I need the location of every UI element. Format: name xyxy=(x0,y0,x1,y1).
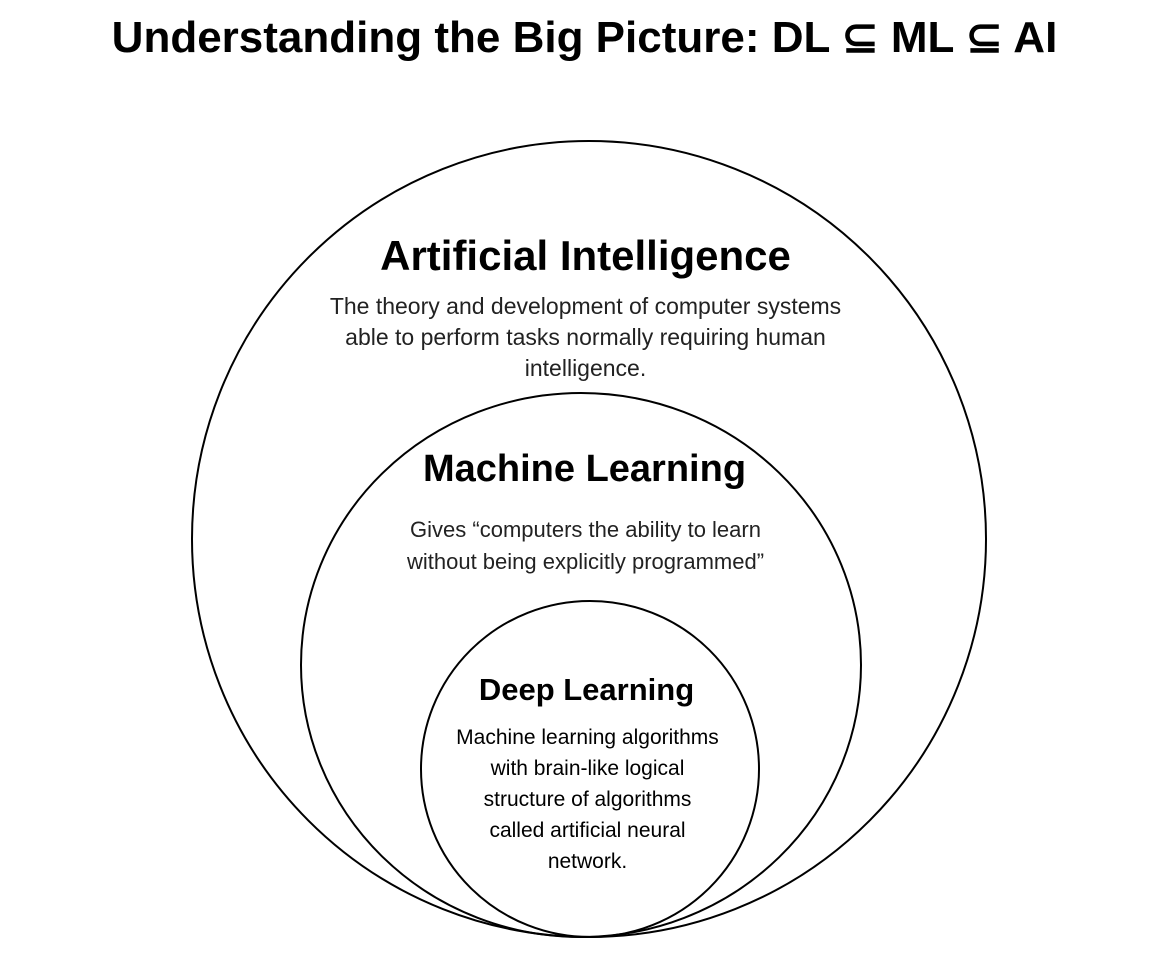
dl-description-line: called artificial neural xyxy=(489,819,686,842)
dl-description-line: structure of algorithms xyxy=(483,788,692,811)
diagram-title: Understanding the Big Picture: DL ⊆ ML ⊆… xyxy=(111,13,1058,62)
ml-description: Gives “computers the ability to learn wi… xyxy=(0,514,1173,578)
ai-description: The theory and development of computer s… xyxy=(0,291,1173,384)
dl-description: Machine learning algorithms with brain-l… xyxy=(0,722,1175,877)
dl-description-line: network. xyxy=(547,850,628,873)
dl-heading: Deep Learning xyxy=(478,672,695,707)
ml-description-line: without being explicitly programmed” xyxy=(406,549,765,574)
ml-description-line: Gives “computers the ability to learn xyxy=(410,517,761,542)
dl-description-line: Machine learning algorithms xyxy=(456,726,719,749)
ai-description-line: intelligence. xyxy=(524,355,647,381)
ai-description-line: The theory and development of computer s… xyxy=(329,293,842,319)
dl-description-line: with brain-like logical xyxy=(490,757,685,780)
ai-description-line: able to perform tasks normally requiring… xyxy=(345,324,826,350)
ai-heading: Artificial Intelligence xyxy=(380,232,791,279)
ml-heading: Machine Learning xyxy=(422,448,747,490)
